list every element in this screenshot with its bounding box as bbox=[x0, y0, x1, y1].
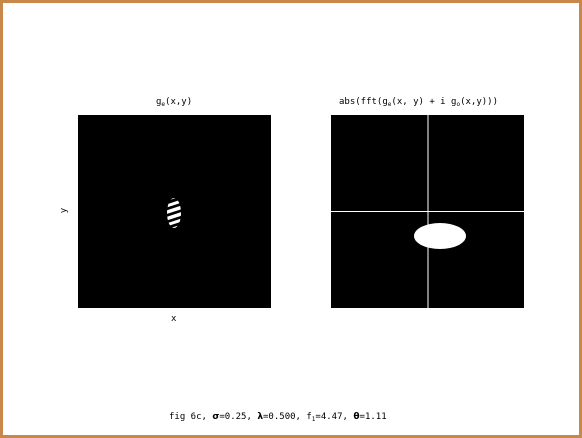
right-panel-title: abs(fft(ge(x, y) + i go(x,y))) bbox=[339, 97, 498, 108]
fft-magnitude-graphic bbox=[331, 115, 524, 308]
left-panel-title: ge(x,y) bbox=[156, 97, 192, 108]
gabor-pattern-graphic bbox=[167, 198, 181, 228]
right-title-a: abs(fft(g bbox=[339, 97, 388, 107]
right-title-b: (x, y) + i g bbox=[391, 97, 457, 107]
figure-frame: ge(x,y) abs(fft(ge(x, y) + i go(x,y))) x… bbox=[0, 0, 582, 438]
caption-part2: =0.25, bbox=[219, 412, 258, 422]
right-image-panel bbox=[331, 115, 524, 308]
left-ylabel: y bbox=[59, 207, 70, 214]
left-xlabel: x bbox=[171, 314, 177, 324]
caption-part5: =1.11 bbox=[359, 412, 387, 422]
gabor-stripes bbox=[167, 198, 181, 228]
left-title-suffix: (x,y) bbox=[165, 97, 193, 107]
right-title-c: (x,y))) bbox=[460, 97, 498, 107]
fft-peak-blob bbox=[414, 223, 466, 249]
left-image-panel bbox=[78, 115, 271, 308]
caption-part4: =4.47, bbox=[315, 412, 354, 422]
caption-part1: fig 6c, bbox=[169, 412, 213, 422]
figure-caption: fig 6c, σ=0.25, λ=0.500, f1=4.47, θ=1.11 bbox=[169, 412, 387, 423]
caption-part3: =0.500, f bbox=[263, 412, 312, 422]
